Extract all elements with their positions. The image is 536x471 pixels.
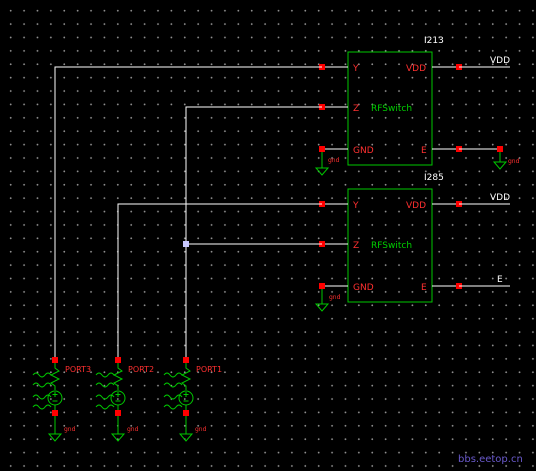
port-port1[interactable]: PORT1 gnd: [163, 357, 222, 442]
port-wave-icon: [32, 382, 52, 388]
gnd-label-i285: gnd: [329, 294, 341, 301]
wire-port1-to-i213-z[interactable]: [185, 106, 322, 360]
instance-i285-name: I285: [424, 173, 444, 183]
port-port3[interactable]: PORT3 gnd: [32, 357, 91, 442]
ground-symbol-e-i213: [492, 152, 508, 170]
pin-marker-gnd[interactable]: [319, 146, 325, 152]
ground-symbol-i213: [314, 152, 330, 176]
port-wave-icon: [95, 372, 115, 378]
watermark-text: bbs.eetop.cn: [458, 454, 523, 465]
pin-marker-gnd[interactable]: [319, 283, 325, 289]
port-name-label: PORT1: [196, 365, 222, 374]
net-label-e-i285: E: [497, 275, 503, 285]
instance-i213-cell-label: RFSwitch: [371, 104, 412, 114]
port-wave-icon: [163, 372, 183, 378]
port-name-label: PORT3: [65, 365, 91, 374]
ground-icon: [178, 433, 194, 442]
ground-icon: [110, 433, 126, 442]
net-label-vdd-i213: VDD: [490, 56, 510, 66]
ground-symbol-i285: [314, 289, 330, 312]
port-pin-marker-top[interactable]: [52, 357, 58, 363]
port-wave-icon: [163, 382, 183, 388]
port-wave-icon: [95, 404, 115, 410]
port-pin-marker-bottom[interactable]: [115, 410, 121, 416]
pin-label-gnd: GND: [353, 146, 374, 156]
schematic-drawing[interactable]: I213 RFSwitch Y Z GND VDD E VDD gnd gnd: [0, 0, 536, 471]
pin-label-vdd: VDD: [406, 64, 426, 74]
pin-label-e: E: [421, 146, 427, 156]
port-resistor: [49, 363, 61, 390]
port-name-label: PORT2: [128, 365, 154, 374]
port-wave-icon: [32, 404, 52, 410]
instance-i213-name: I213: [424, 36, 444, 46]
port-resistor: [180, 363, 192, 390]
pin-label-y: Y: [352, 64, 359, 74]
wire-port2-to-i285-y[interactable]: [117, 203, 322, 360]
port-gnd-label: gnd: [195, 426, 207, 433]
wire-junction-dot[interactable]: [183, 241, 189, 247]
port-pin-marker-top[interactable]: [115, 357, 121, 363]
instance-i213[interactable]: I213 RFSwitch Y Z GND VDD E: [319, 36, 462, 166]
pin-label-gnd: GND: [353, 283, 374, 293]
gnd-label-e-i213: gnd: [508, 158, 520, 165]
port-gnd-label: gnd: [64, 426, 76, 433]
wire-port3-to-i213-y[interactable]: [54, 66, 322, 360]
pin-label-vdd: VDD: [406, 201, 426, 211]
port-wave-icon: [163, 404, 183, 410]
port-pin-marker-bottom[interactable]: [52, 410, 58, 416]
schematic-canvas[interactable]: I213 RFSwitch Y Z GND VDD E VDD gnd gnd: [0, 0, 536, 471]
port-pin-marker-bottom[interactable]: [183, 410, 189, 416]
instance-i285-cell-label: RFSwitch: [371, 241, 412, 251]
pin-label-y: Y: [352, 201, 359, 211]
port-pin-marker-top[interactable]: [183, 357, 189, 363]
gnd-label-i213: gnd: [328, 157, 340, 164]
pin-label-z: Z: [353, 241, 359, 251]
pin-label-e: E: [421, 283, 427, 293]
port-gnd-label: gnd: [127, 426, 139, 433]
port-wave-icon: [32, 372, 52, 378]
port-wave-icon: [95, 382, 115, 388]
port-port2[interactable]: PORT2 gnd: [95, 357, 154, 442]
port-resistor: [112, 363, 124, 390]
pin-marker-e-gnd[interactable]: [497, 146, 503, 152]
ground-icon: [47, 433, 63, 442]
net-label-vdd-i285: VDD: [490, 193, 510, 203]
pin-label-z: Z: [353, 104, 359, 114]
instance-i285[interactable]: I285 RFSwitch Y Z GND VDD E: [319, 173, 462, 303]
